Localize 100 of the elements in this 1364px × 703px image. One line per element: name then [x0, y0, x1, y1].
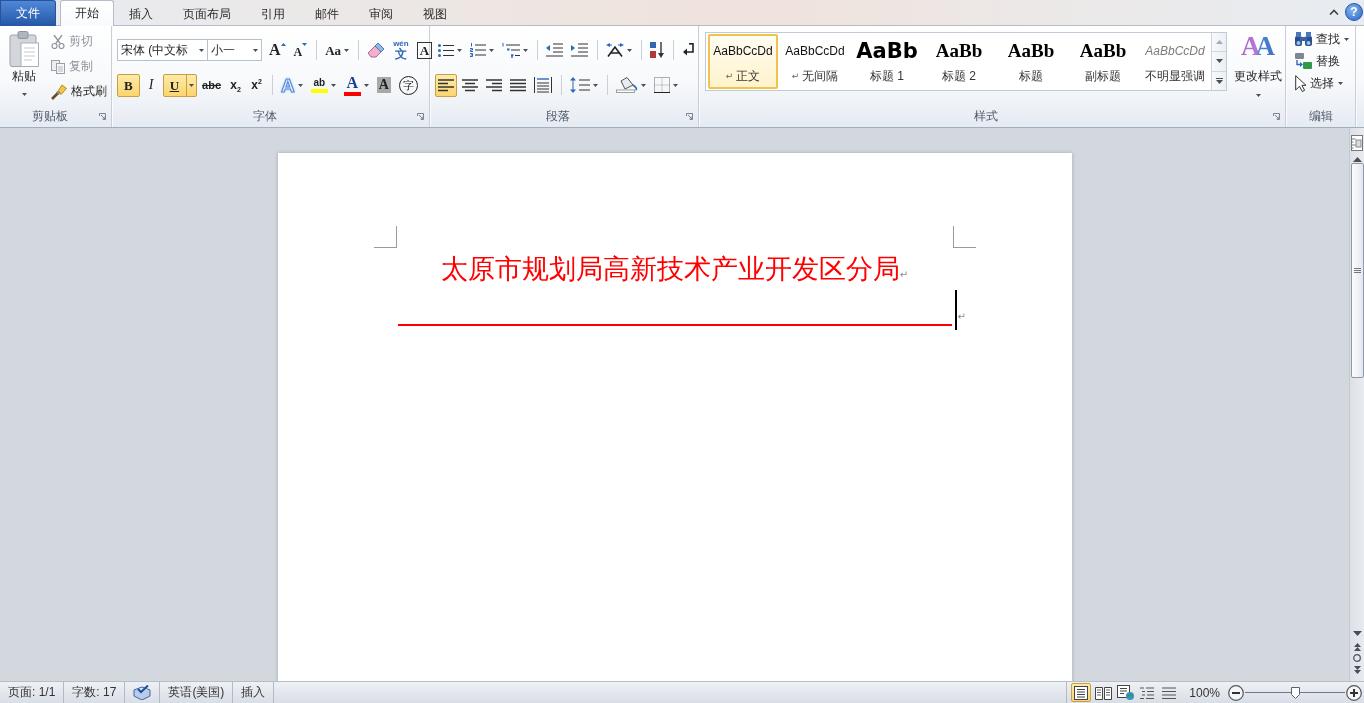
- dialog-launcher-icon[interactable]: [1273, 112, 1280, 120]
- file-tab[interactable]: 文件: [0, 0, 56, 26]
- italic-button[interactable]: I: [141, 73, 161, 97]
- down-triangle-icon: [302, 42, 308, 46]
- page-icon: [1073, 685, 1090, 700]
- shrink-font-button[interactable]: A: [290, 38, 311, 62]
- replace-button[interactable]: 替换: [1292, 50, 1352, 72]
- up-triangle-icon: [280, 42, 286, 46]
- down-arrow-icon: [1215, 59, 1223, 64]
- find-button[interactable]: 查找: [1292, 28, 1352, 50]
- group-label: 段落: [545, 107, 571, 125]
- open-book-icon: [1094, 685, 1112, 700]
- asian-layout-icon: [606, 43, 624, 57]
- brush-icon: [51, 83, 67, 100]
- circle-icon[interactable]: [1353, 654, 1361, 662]
- distribute-icon: [534, 77, 552, 93]
- zoom-in-icon[interactable]: [1346, 684, 1362, 701]
- style-item[interactable]: AaBb 副标题: [1068, 34, 1138, 89]
- character-shading-button[interactable]: A: [373, 73, 394, 97]
- align-left-icon: [438, 78, 454, 92]
- caret-icon: [199, 48, 204, 52]
- ribbon-tab[interactable]: 视图: [408, 1, 462, 26]
- page-globe-icon: [1116, 685, 1134, 700]
- ruler-icon[interactable]: [1351, 135, 1363, 151]
- phonetic-guide-button[interactable]: wén 文: [390, 38, 412, 62]
- caret-icon: [253, 48, 258, 52]
- crop-mark: [373, 226, 397, 248]
- copy-icon: [51, 59, 65, 74]
- ribbon-tab[interactable]: 页面布局: [168, 1, 246, 26]
- scroll-thumb[interactable]: [1350, 163, 1364, 378]
- scissors-icon: [51, 34, 65, 49]
- paragraph-mark: ↵: [899, 269, 909, 280]
- group-label: 样式: [973, 107, 999, 125]
- underline-button[interactable]: U: [162, 73, 198, 97]
- print-layout-button[interactable]: [1071, 683, 1092, 702]
- zoom-out-icon[interactable]: [1228, 684, 1244, 701]
- superscript-button[interactable]: x$^{2}$: [247, 73, 267, 97]
- binoculars-icon: [1295, 32, 1312, 46]
- replace-icon: [1295, 53, 1312, 69]
- sort-icon: [650, 42, 664, 58]
- chevron-up-icon[interactable]: [1329, 9, 1339, 15]
- indent-icon: [571, 43, 588, 57]
- vertical-scrollbar[interactable]: [1349, 128, 1364, 681]
- page-indicator[interactable]: 页面: 1/1: [8, 684, 56, 701]
- font-color-button[interactable]: A: [340, 73, 372, 97]
- strikethrough-button[interactable]: abc: [199, 73, 225, 97]
- font-name-field[interactable]: 宋体 (中文标: [117, 39, 208, 61]
- style-item[interactable]: AaBbCcDd ↵ 正文: [708, 34, 778, 89]
- change-case-button[interactable]: Aa: [322, 38, 353, 62]
- paint-bucket-icon: [616, 77, 638, 93]
- grip-icon: [1353, 268, 1361, 273]
- select-button[interactable]: 选择: [1292, 72, 1352, 94]
- highlight-button[interactable]: ab: [307, 73, 339, 97]
- ribbon-tab[interactable]: 插入: [114, 1, 168, 26]
- style-item[interactable]: AaBbCcDd ↵ 无间隔: [780, 34, 850, 89]
- change-styles-button[interactable]: AA 更改样式: [1230, 29, 1286, 103]
- double-down-arrow-icon[interactable]: [1353, 666, 1361, 674]
- dialog-launcher-icon[interactable]: [417, 112, 424, 120]
- dialog-launcher-icon[interactable]: [99, 112, 106, 120]
- style-item[interactable]: AaBbCcDd 不明显强调: [1140, 34, 1210, 89]
- style-item[interactable]: AaBb 标题: [996, 34, 1066, 89]
- group-label: 字体: [251, 107, 278, 125]
- ribbon-tab[interactable]: 邮件: [300, 1, 354, 26]
- book-check-icon[interactable]: [133, 685, 152, 700]
- bold-button[interactable]: B: [117, 73, 140, 97]
- outdent-icon: [546, 43, 563, 57]
- grow-font-button[interactable]: A: [266, 38, 289, 62]
- ribbon-tab[interactable]: 审阅: [354, 1, 408, 26]
- zoom-level[interactable]: 100%: [1189, 685, 1220, 700]
- down-arrow-icon[interactable]: [1352, 631, 1362, 636]
- word-count[interactable]: 字数: 17: [72, 684, 117, 701]
- border-grid-icon: [654, 77, 670, 93]
- subscript-button[interactable]: x$_{2}$: [226, 73, 246, 97]
- up-arrow-icon[interactable]: [1352, 157, 1362, 162]
- paste-button[interactable]: 粘贴: [4, 29, 44, 103]
- outline-icon: [1140, 686, 1155, 699]
- align-center-icon: [462, 78, 478, 92]
- slider-thumb[interactable]: [1290, 686, 1300, 699]
- web-layout-button[interactable]: [1115, 683, 1136, 702]
- caret-icon: [21, 93, 27, 96]
- style-item[interactable]: AaBb 标题 1: [852, 34, 922, 89]
- eraser-icon: [367, 42, 386, 58]
- font-size-field[interactable]: 小一: [208, 39, 262, 61]
- language-indicator[interactable]: 英语(美国): [168, 684, 225, 701]
- format-painter-button[interactable]: 格式刷: [47, 79, 111, 104]
- ribbon-tab[interactable]: 开始: [60, 0, 114, 26]
- style-item[interactable]: AaBb 标题 2: [924, 34, 994, 89]
- more-arrow-icon: [1215, 77, 1223, 84]
- bullet-list-icon: [438, 43, 454, 57]
- zoom-slider[interactable]: [1245, 684, 1345, 701]
- dialog-launcher-icon[interactable]: [686, 112, 693, 120]
- gallery-down-button[interactable]: [1212, 52, 1226, 72]
- align-left-button[interactable]: [435, 73, 457, 97]
- double-up-arrow-icon[interactable]: [1353, 643, 1361, 651]
- pointer-icon: [1295, 74, 1306, 92]
- group-label: 编辑: [1307, 107, 1334, 125]
- align-right-icon: [486, 78, 502, 92]
- clipboard-icon: [9, 31, 39, 67]
- insert-mode-indicator[interactable]: 插入: [241, 684, 266, 701]
- ribbon-tab[interactable]: 引用: [246, 1, 300, 26]
